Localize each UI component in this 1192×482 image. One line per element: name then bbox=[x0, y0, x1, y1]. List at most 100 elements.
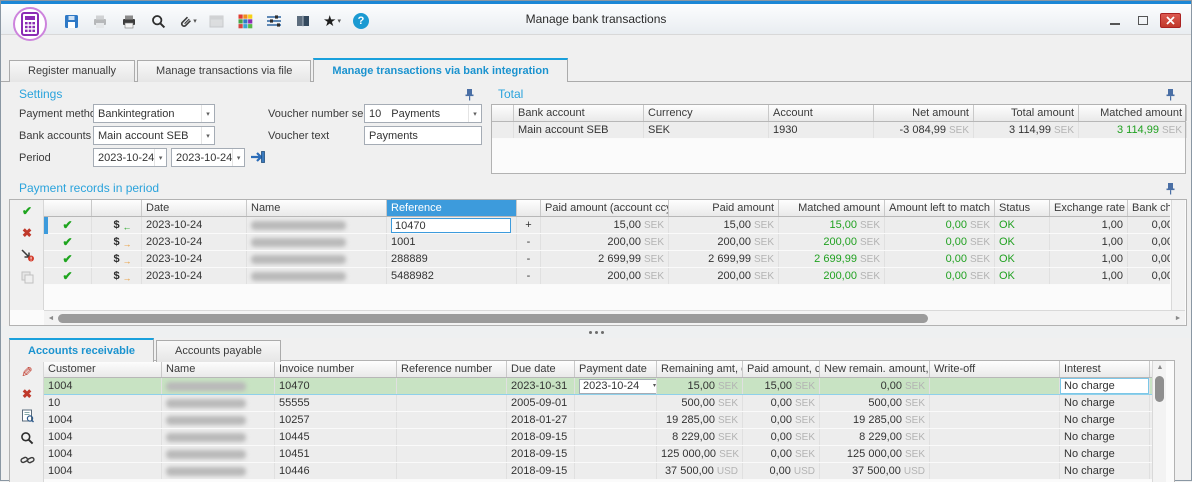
row-expander[interactable]: + bbox=[517, 217, 541, 233]
write-off-cell[interactable] bbox=[930, 412, 1060, 428]
interest-cell[interactable]: No charge bbox=[1060, 378, 1150, 394]
tab-register-manually[interactable]: Register manually bbox=[9, 60, 135, 82]
row-expander[interactable]: - bbox=[517, 234, 541, 250]
bank-charge-cell[interactable]: 0,00 bbox=[1128, 234, 1170, 250]
bank-charge-cell[interactable]: 0,00 bbox=[1128, 268, 1170, 284]
column-header[interactable]: Interest bbox=[1060, 361, 1150, 377]
column-header[interactable]: Account bbox=[769, 105, 874, 121]
invoices-vscrollbar[interactable]: ▲ bbox=[1152, 361, 1166, 482]
scroll-left-icon[interactable]: ◄ bbox=[44, 315, 58, 322]
paid-amount-cell[interactable]: 200,00SEK bbox=[669, 268, 779, 284]
due-date-cell[interactable]: 2018-09-15 bbox=[507, 429, 575, 445]
currency-cell[interactable]: SEK bbox=[644, 122, 769, 138]
bank-charge-cell[interactable]: 0,00 bbox=[1128, 217, 1170, 233]
table-row[interactable]: Main account SEBSEK1930-3 084,99SEK3 114… bbox=[492, 122, 1185, 139]
chevron-down-icon[interactable]: ▾ bbox=[468, 105, 481, 122]
reference-number-cell[interactable] bbox=[397, 446, 507, 462]
name-cell[interactable] bbox=[162, 412, 275, 428]
remaining-amount-cell[interactable]: 37 500,00USD bbox=[657, 463, 743, 479]
status-cell[interactable]: OK bbox=[995, 234, 1050, 250]
hscroll-thumb[interactable] bbox=[58, 314, 928, 323]
column-header[interactable]: Paid amount bbox=[669, 200, 779, 216]
column-header[interactable] bbox=[517, 200, 541, 216]
remaining-amount-cell[interactable]: 125 000,00SEK bbox=[657, 446, 743, 462]
settings-pin-icon[interactable] bbox=[464, 88, 475, 101]
search-invoice-icon[interactable] bbox=[10, 427, 44, 449]
reject-all-icon[interactable]: ✖ bbox=[10, 222, 44, 244]
payment-direction-icon[interactable]: $→ bbox=[92, 251, 142, 267]
column-header[interactable]: Name bbox=[162, 361, 275, 377]
column-header[interactable]: Amount left to match bbox=[885, 200, 995, 216]
voucher-series-combo[interactable]: 10 Payments ▾ bbox=[364, 104, 482, 123]
bank-account-cell[interactable]: Main account SEB bbox=[514, 122, 644, 138]
row-approved-check-icon[interactable]: ✔ bbox=[44, 217, 92, 233]
interest-cell[interactable]: No charge bbox=[1060, 395, 1150, 411]
paid-amount-account-ccy-cell[interactable]: 200,00SEK bbox=[541, 268, 669, 284]
new-remaining-amount-cell[interactable]: 19 285,00SEK bbox=[820, 412, 930, 428]
matched-amount-cell[interactable]: 3 114,99SEK bbox=[1079, 122, 1187, 138]
payment-direction-icon[interactable]: $→ bbox=[92, 234, 142, 250]
invoice-number-cell[interactable]: 10257 bbox=[275, 412, 397, 428]
payment-row[interactable]: ✔$←2023-10-2410470+15,00SEK15,00SEK15,00… bbox=[44, 217, 1170, 234]
payment-date-cell[interactable]: 2023-10-24▾ bbox=[575, 378, 657, 394]
payment-records-hscrollbar[interactable]: ◄ ► bbox=[44, 310, 1185, 325]
reference-cell[interactable]: 1001 bbox=[387, 234, 517, 250]
total-pin-icon[interactable] bbox=[1165, 88, 1176, 101]
customer-cell[interactable]: 1004 bbox=[44, 412, 162, 428]
payment-records-vscrollbar[interactable] bbox=[1171, 200, 1185, 310]
remaining-amount-cell[interactable]: 15,00SEK bbox=[657, 378, 743, 394]
column-header[interactable]: Reference number bbox=[397, 361, 507, 377]
net-amount-cell[interactable]: -3 084,99SEK bbox=[874, 122, 974, 138]
voucher-text-input[interactable]: Payments bbox=[364, 126, 482, 145]
paid-amount-cell[interactable]: 0,00USD bbox=[743, 463, 820, 479]
payment-row[interactable]: ✔$→2023-10-24288889-2 699,99SEK2 699,99S… bbox=[44, 251, 1170, 268]
status-cell[interactable]: OK bbox=[995, 251, 1050, 267]
column-header[interactable]: Due date bbox=[507, 361, 575, 377]
due-date-cell[interactable]: 2023-10-31 bbox=[507, 378, 575, 394]
period-from-combo[interactable]: 2023-10-24 ▾ bbox=[93, 148, 167, 167]
matched-amount-cell[interactable]: 200,00SEK bbox=[779, 234, 885, 250]
reference-number-cell[interactable] bbox=[397, 395, 507, 411]
paid-amount-cell[interactable]: 0,00SEK bbox=[743, 429, 820, 445]
interest-cell[interactable]: No charge bbox=[1060, 412, 1150, 428]
column-header[interactable]: Remaining amt, ccy bbox=[657, 361, 743, 377]
exchange-rate-cell[interactable]: 1,00 bbox=[1050, 268, 1128, 284]
paid-amount-account-ccy-cell[interactable]: 200,00SEK bbox=[541, 234, 669, 250]
name-cell[interactable] bbox=[162, 395, 275, 411]
new-remaining-amount-cell[interactable]: 500,00SEK bbox=[820, 395, 930, 411]
new-remaining-amount-cell[interactable]: 125 000,00SEK bbox=[820, 446, 930, 462]
paid-amount-cell[interactable]: 2 699,99SEK bbox=[669, 251, 779, 267]
matched-amount-cell[interactable]: 15,00SEK bbox=[779, 217, 885, 233]
invoice-number-cell[interactable]: 55555 bbox=[275, 395, 397, 411]
payment-row[interactable]: ✔$→2023-10-245488982-200,00SEK200,00SEK2… bbox=[44, 268, 1170, 285]
due-date-cell[interactable]: 2018-01-27 bbox=[507, 412, 575, 428]
date-cell[interactable]: 2023-10-24 bbox=[142, 268, 247, 284]
paid-amount-account-ccy-cell[interactable]: 2 699,99SEK bbox=[541, 251, 669, 267]
bank-accounts-combo[interactable]: Main account SEB ▾ bbox=[93, 126, 215, 145]
payment-records-pin-icon[interactable] bbox=[1165, 182, 1176, 195]
column-header[interactable] bbox=[44, 200, 92, 216]
status-cell[interactable]: OK bbox=[995, 217, 1050, 233]
remove-match-icon[interactable]: ✖ bbox=[10, 383, 44, 405]
exchange-rate-cell[interactable]: 1,00 bbox=[1050, 251, 1128, 267]
reference-number-cell[interactable] bbox=[397, 412, 507, 428]
invoice-row[interactable]: 10555552005-09-01500,00SEK0,00SEK500,00S… bbox=[44, 395, 1152, 412]
vscroll-thumb[interactable] bbox=[1155, 376, 1164, 402]
bank-charge-cell[interactable]: 0,00 bbox=[1128, 251, 1170, 267]
panel-splitter-handle[interactable] bbox=[1, 326, 1191, 338]
invoice-row[interactable]: 1004102572018-01-2719 285,00SEK0,00SEK19… bbox=[44, 412, 1152, 429]
chevron-down-icon[interactable]: ▾ bbox=[232, 149, 244, 166]
customer-cell[interactable]: 1004 bbox=[44, 463, 162, 479]
name-cell[interactable] bbox=[247, 268, 387, 284]
remaining-amount-cell[interactable]: 8 229,00SEK bbox=[657, 429, 743, 445]
column-header[interactable]: Date bbox=[142, 200, 247, 216]
name-cell[interactable] bbox=[162, 463, 275, 479]
row-expander[interactable]: - bbox=[517, 268, 541, 284]
amount-left-cell[interactable]: 0,00SEK bbox=[885, 234, 995, 250]
interest-cell[interactable]: No charge bbox=[1060, 429, 1150, 445]
chevron-down-icon[interactable]: ▾ bbox=[154, 149, 166, 166]
reference-input[interactable]: 10470 bbox=[391, 218, 511, 233]
paid-amount-cell[interactable]: 0,00SEK bbox=[743, 446, 820, 462]
date-cell[interactable]: 2023-10-24 bbox=[142, 251, 247, 267]
payment-date-cell[interactable] bbox=[575, 463, 657, 479]
